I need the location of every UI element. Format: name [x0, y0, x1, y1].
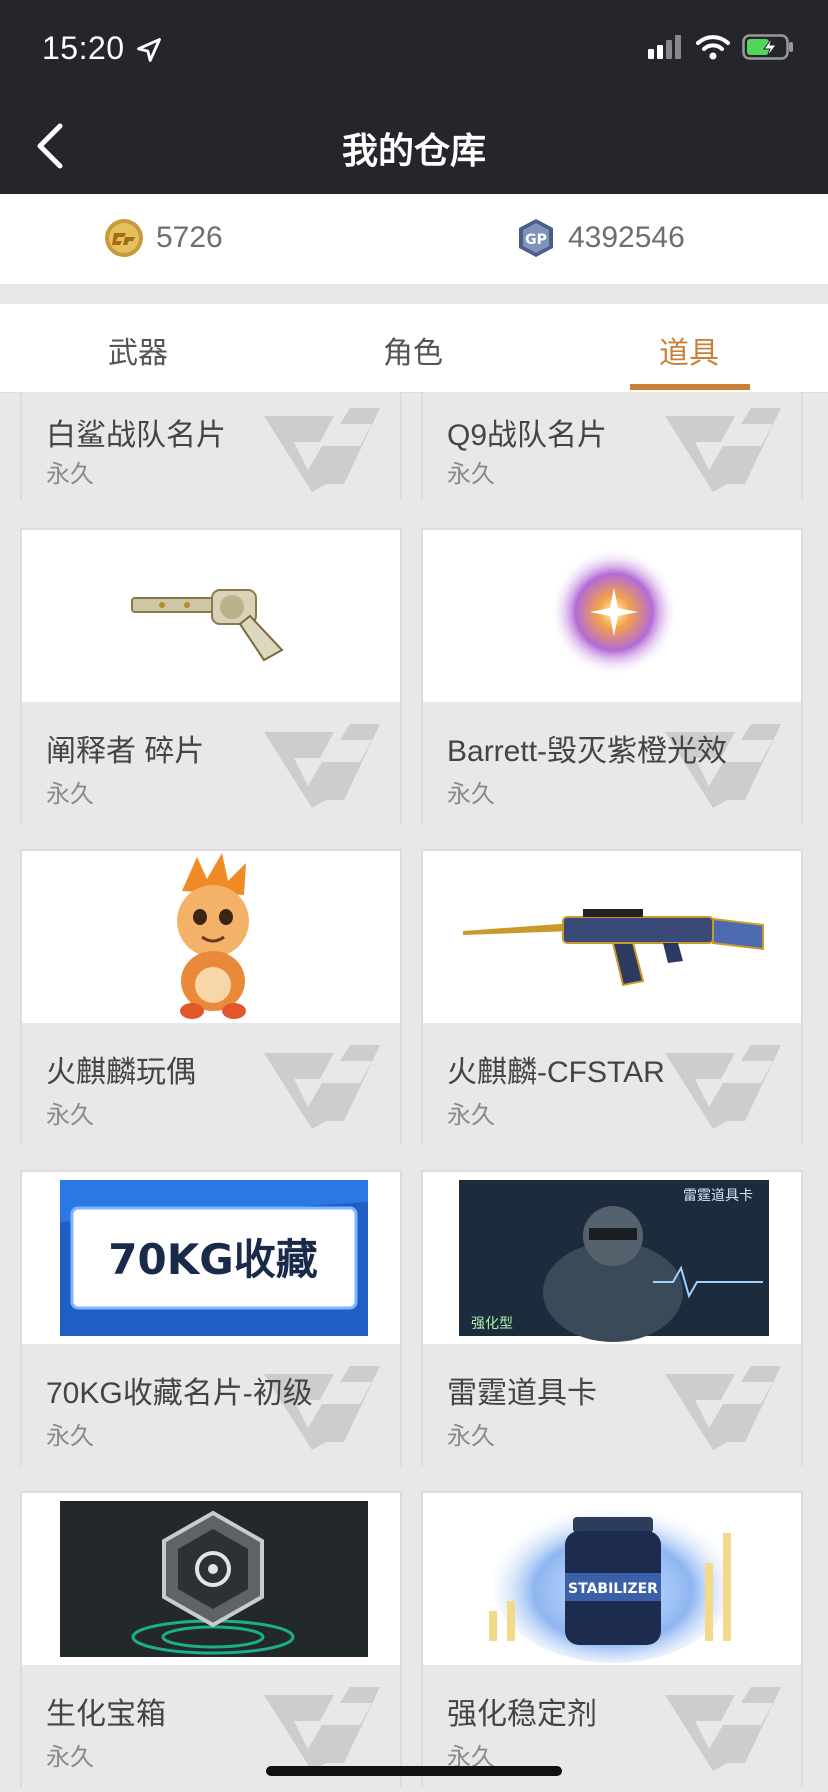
cf-watermark-icon — [665, 1687, 781, 1771]
item-thumbnail — [22, 851, 400, 1023]
item-name: 70KG收藏名片-初级 — [46, 1377, 313, 1410]
item-card[interactable]: 雷霆道具卡 强化型 雷霆道具卡 永久 — [421, 1170, 803, 1466]
item-name: 生化宝箱 — [46, 1698, 166, 1731]
cf-points-value: 5726 — [156, 221, 223, 254]
item-card[interactable]: 火麒麟玩偶 永久 — [20, 849, 402, 1145]
home-indicator[interactable] — [266, 1766, 562, 1776]
cf-watermark-icon — [264, 408, 380, 492]
item-info: 火麒麟玩偶 永久 — [22, 1023, 400, 1145]
tab-characters[interactable]: 角色 — [383, 328, 443, 372]
item-thumbnail: 70KG收藏 — [22, 1172, 400, 1344]
item-duration: 永久 — [447, 461, 495, 488]
item-name: 火麒麟玩偶 — [46, 1056, 196, 1089]
item-card[interactable]: Q9战队名片 永久 — [421, 392, 803, 500]
item-duration: 永久 — [46, 1423, 94, 1450]
item-thumbnail — [22, 530, 400, 702]
banner-text: 70KG收藏 — [108, 1235, 317, 1284]
item-name: 强化稳定剂 — [447, 1698, 597, 1731]
cf-watermark-icon — [264, 1045, 380, 1129]
item-card[interactable]: 70KG收藏 70KG收藏名片-初级 永久 — [20, 1170, 402, 1466]
item-card[interactable]: 阐释者 碎片 永久 — [20, 528, 402, 824]
item-duration: 永久 — [447, 781, 495, 808]
item-thumbnail — [22, 1493, 400, 1665]
soldier-card-tag: 雷霆道具卡 — [683, 1188, 753, 1204]
cf-watermark-icon — [665, 1045, 781, 1129]
doll-icon — [177, 853, 249, 1019]
item-duration: 永久 — [46, 461, 94, 488]
item-name: 白鲨战队名片 — [46, 419, 226, 452]
item-name: 雷霆道具卡 — [447, 1377, 597, 1410]
wifi-icon — [696, 35, 730, 60]
active-tab-indicator — [630, 384, 750, 390]
item-name: Q9战队名片 — [447, 419, 608, 452]
item-info: 70KG收藏名片-初级 永久 — [22, 1344, 400, 1466]
top-bar: 15:20 我的仓库 — [0, 0, 828, 194]
item-grid: 白鲨战队名片 永久 Q9战队名片 永久 阐释者 碎片 永久 Barrett-毁灭… — [0, 392, 828, 1792]
status-time: 15:20 — [42, 30, 125, 66]
item-thumbnail — [423, 530, 801, 702]
page-title: 我的仓库 — [341, 130, 486, 171]
item-duration: 永久 — [46, 1744, 94, 1771]
item-info: Barrett-毁灭紫橙光效 永久 — [423, 702, 801, 824]
gp-coin-icon: GP — [519, 219, 553, 257]
tab-weapons[interactable]: 武器 — [108, 328, 168, 372]
item-card[interactable]: 白鲨战队名片 永久 — [20, 392, 402, 500]
cellular-signal-icon — [648, 35, 681, 59]
stabilizer-label: STABILIZER — [568, 1581, 658, 1597]
cf-watermark-icon — [264, 724, 380, 808]
gp-balance: GP 4392546 — [516, 218, 685, 258]
item-info: 火麒麟-CFSTAR 永久 — [423, 1023, 801, 1145]
item-duration: 永久 — [46, 781, 94, 808]
cf-points-balance: 5726 — [104, 218, 223, 258]
status-indicators — [648, 34, 794, 60]
item-card[interactable]: STABILIZER 强化稳定剂 永久 — [421, 1491, 803, 1787]
svg-text:GP: GP — [525, 232, 547, 248]
revolver-icon — [131, 589, 284, 662]
item-duration: 永久 — [447, 1102, 495, 1129]
category-tabs: 武器 角色 道具 — [0, 304, 828, 393]
rifle-icon — [463, 909, 764, 987]
cf-watermark-icon — [665, 1366, 781, 1450]
item-card[interactable]: 生化宝箱 永久 — [20, 1491, 402, 1787]
item-thumbnail: 雷霆道具卡 强化型 — [423, 1172, 801, 1344]
item-info: 阐释者 碎片 永久 — [22, 702, 400, 824]
item-thumbnail: STABILIZER — [423, 1493, 801, 1665]
currency-bar: 5726 GP 4392546 — [0, 194, 828, 284]
cf-coin-icon — [105, 219, 143, 257]
stabilizer-icon: STABILIZER — [489, 1503, 733, 1663]
card-banner: 70KG收藏 — [60, 1180, 368, 1336]
item-card[interactable]: 火麒麟-CFSTAR 永久 — [421, 849, 803, 1145]
tab-items[interactable]: 道具 — [659, 328, 719, 372]
item-duration: 永久 — [46, 1102, 94, 1129]
cf-watermark-icon — [264, 1687, 380, 1771]
soldier-card-sub: 强化型 — [471, 1316, 513, 1332]
soldier-card: 雷霆道具卡 强化型 — [459, 1180, 769, 1342]
item-name: Barrett-毁灭紫橙光效 — [447, 735, 728, 768]
item-duration: 永久 — [447, 1423, 495, 1450]
item-info: 雷霆道具卡 永久 — [423, 1344, 801, 1466]
item-info: Q9战队名片 永久 — [423, 392, 801, 500]
biohazard-box-icon — [60, 1501, 368, 1657]
item-thumbnail — [423, 851, 801, 1023]
location-arrow-icon — [137, 38, 161, 62]
item-info: 白鲨战队名片 永久 — [22, 392, 400, 500]
cf-watermark-icon — [665, 408, 781, 492]
glow-effect-icon — [550, 548, 678, 676]
item-name: 阐释者 碎片 — [46, 735, 205, 768]
battery-charging-icon — [742, 34, 793, 60]
gp-value: 4392546 — [568, 221, 685, 254]
item-card[interactable]: Barrett-毁灭紫橙光效 永久 — [421, 528, 803, 824]
item-name: 火麒麟-CFSTAR — [447, 1056, 665, 1089]
